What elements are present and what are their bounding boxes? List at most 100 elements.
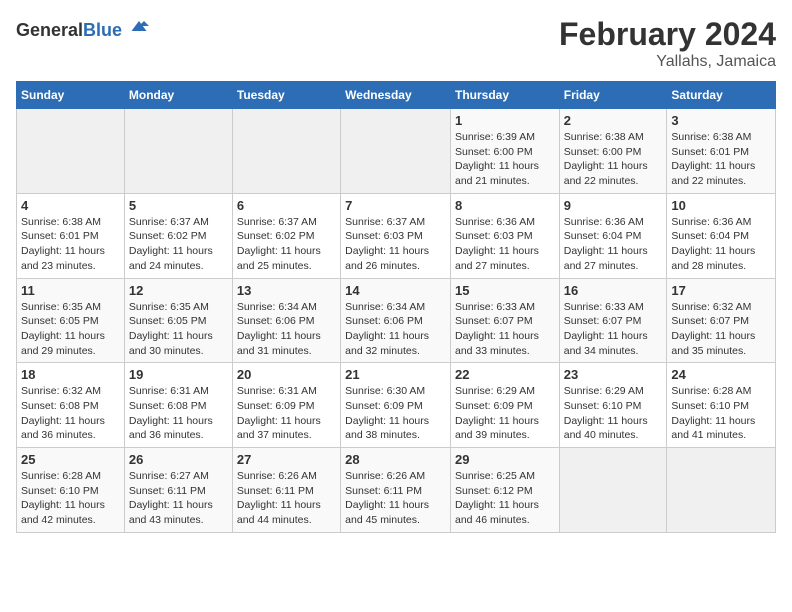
header-cell-friday: Friday	[559, 82, 667, 109]
cell-content: Sunrise: 6:28 AM Sunset: 6:10 PM Dayligh…	[671, 384, 771, 443]
day-number: 27	[237, 452, 336, 467]
cell-content: Sunrise: 6:32 AM Sunset: 6:07 PM Dayligh…	[671, 300, 771, 359]
cell-content: Sunrise: 6:31 AM Sunset: 6:09 PM Dayligh…	[237, 384, 336, 443]
calendar-body: 1Sunrise: 6:39 AM Sunset: 6:00 PM Daylig…	[17, 109, 776, 533]
cell-content: Sunrise: 6:34 AM Sunset: 6:06 PM Dayligh…	[237, 300, 336, 359]
cell-content: Sunrise: 6:37 AM Sunset: 6:02 PM Dayligh…	[129, 215, 228, 274]
day-number: 11	[21, 283, 120, 298]
day-number: 17	[671, 283, 771, 298]
calendar-cell: 6Sunrise: 6:37 AM Sunset: 6:02 PM Daylig…	[232, 193, 340, 278]
calendar-cell: 9Sunrise: 6:36 AM Sunset: 6:04 PM Daylig…	[559, 193, 667, 278]
calendar-cell	[17, 109, 125, 194]
day-number: 24	[671, 367, 771, 382]
cell-content: Sunrise: 6:35 AM Sunset: 6:05 PM Dayligh…	[21, 300, 120, 359]
day-number: 1	[455, 113, 555, 128]
cell-content: Sunrise: 6:26 AM Sunset: 6:11 PM Dayligh…	[237, 469, 336, 528]
cell-content: Sunrise: 6:25 AM Sunset: 6:12 PM Dayligh…	[455, 469, 555, 528]
calendar-cell: 2 Sunrise: 6:38 AM Sunset: 6:00 PM Daylig…	[559, 109, 667, 194]
title-block: February 2024 Yallahs, Jamaica	[559, 16, 776, 71]
cell-content: Sunrise: 6:36 AM Sunset: 6:04 PM Dayligh…	[564, 215, 663, 274]
calendar-cell: 19 Sunrise: 6:31 AM Sunset: 6:08 PM Dayli…	[124, 363, 232, 448]
day-number: 10	[671, 198, 771, 213]
day-number: 16	[564, 283, 663, 298]
day-number: 21	[345, 367, 446, 382]
cell-content: Sunrise: 6:26 AM Sunset: 6:11 PM Dayligh…	[345, 469, 446, 528]
cell-content: Sunrise: 6:27 AM Sunset: 6:11 PM Dayligh…	[129, 469, 228, 528]
calendar-cell: 24 Sunrise: 6:28 AM Sunset: 6:10 PM Dayli…	[667, 363, 776, 448]
cell-content: Sunrise: 6:28 AM Sunset: 6:10 PM Dayligh…	[21, 469, 120, 528]
calendar-cell: 16 Sunrise: 6:33 AM Sunset: 6:07 PM Dayli…	[559, 278, 667, 363]
cell-content: Sunrise: 6:38 AM Sunset: 6:01 PM Dayligh…	[21, 215, 120, 274]
calendar-cell: 27 Sunrise: 6:26 AM Sunset: 6:11 PM Dayli…	[232, 448, 340, 533]
week-row-0: 1Sunrise: 6:39 AM Sunset: 6:00 PM Daylig…	[17, 109, 776, 194]
cell-content: Sunrise: 6:37 AM Sunset: 6:03 PM Dayligh…	[345, 215, 446, 274]
cell-content: Sunrise: 6:36 AM Sunset: 6:03 PM Dayligh…	[455, 215, 555, 274]
day-number: 12	[129, 283, 228, 298]
day-number: 13	[237, 283, 336, 298]
header-cell-saturday: Saturday	[667, 82, 776, 109]
day-number: 26	[129, 452, 228, 467]
cell-content: Sunrise: 6:32 AM Sunset: 6:08 PM Dayligh…	[21, 384, 120, 443]
day-number: 18	[21, 367, 120, 382]
cell-content: Sunrise: 6:30 AM Sunset: 6:09 PM Dayligh…	[345, 384, 446, 443]
header-row: SundayMondayTuesdayWednesdayThursdayFrid…	[17, 82, 776, 109]
day-number: 2	[564, 113, 663, 128]
calendar-cell: 10 Sunrise: 6:36 AM Sunset: 6:04 PM Dayli…	[667, 193, 776, 278]
calendar-header: SundayMondayTuesdayWednesdayThursdayFrid…	[17, 82, 776, 109]
cell-content: Sunrise: 6:38 AM Sunset: 6:00 PM Dayligh…	[564, 130, 663, 189]
calendar-cell: 21 Sunrise: 6:30 AM Sunset: 6:09 PM Dayli…	[341, 363, 451, 448]
cell-content: Sunrise: 6:31 AM Sunset: 6:08 PM Dayligh…	[129, 384, 228, 443]
page-subtitle: Yallahs, Jamaica	[559, 53, 776, 71]
calendar-cell: 5Sunrise: 6:37 AM Sunset: 6:02 PM Daylig…	[124, 193, 232, 278]
cell-content: Sunrise: 6:36 AM Sunset: 6:04 PM Dayligh…	[671, 215, 771, 274]
calendar-cell: 20 Sunrise: 6:31 AM Sunset: 6:09 PM Dayli…	[232, 363, 340, 448]
day-number: 14	[345, 283, 446, 298]
day-number: 25	[21, 452, 120, 467]
day-number: 3	[671, 113, 771, 128]
calendar-cell: 11 Sunrise: 6:35 AM Sunset: 6:05 PM Dayli…	[17, 278, 125, 363]
logo-general: General	[16, 20, 83, 40]
day-number: 20	[237, 367, 336, 382]
calendar-cell	[232, 109, 340, 194]
day-number: 22	[455, 367, 555, 382]
logo-blue: Blue	[83, 20, 122, 40]
page-title: February 2024	[559, 16, 776, 53]
header-cell-sunday: Sunday	[17, 82, 125, 109]
week-row-3: 18 Sunrise: 6:32 AM Sunset: 6:08 PM Dayli…	[17, 363, 776, 448]
header-cell-wednesday: Wednesday	[341, 82, 451, 109]
day-number: 8	[455, 198, 555, 213]
day-number: 4	[21, 198, 120, 213]
calendar-cell: 17 Sunrise: 6:32 AM Sunset: 6:07 PM Dayli…	[667, 278, 776, 363]
calendar-cell	[559, 448, 667, 533]
calendar-cell: 28 Sunrise: 6:26 AM Sunset: 6:11 PM Dayli…	[341, 448, 451, 533]
day-number: 23	[564, 367, 663, 382]
day-number: 7	[345, 198, 446, 213]
day-number: 28	[345, 452, 446, 467]
calendar-cell: 18 Sunrise: 6:32 AM Sunset: 6:08 PM Dayli…	[17, 363, 125, 448]
calendar-cell	[667, 448, 776, 533]
calendar-cell: 4 Sunrise: 6:38 AM Sunset: 6:01 PM Daylig…	[17, 193, 125, 278]
calendar-cell: 1Sunrise: 6:39 AM Sunset: 6:00 PM Daylig…	[450, 109, 559, 194]
calendar-cell: 14Sunrise: 6:34 AM Sunset: 6:06 PM Dayli…	[341, 278, 451, 363]
cell-content: Sunrise: 6:29 AM Sunset: 6:10 PM Dayligh…	[564, 384, 663, 443]
calendar-cell	[124, 109, 232, 194]
week-row-4: 25 Sunrise: 6:28 AM Sunset: 6:10 PM Dayli…	[17, 448, 776, 533]
cell-content: Sunrise: 6:33 AM Sunset: 6:07 PM Dayligh…	[455, 300, 555, 359]
header-cell-tuesday: Tuesday	[232, 82, 340, 109]
calendar-cell: 7 Sunrise: 6:37 AM Sunset: 6:03 PM Daylig…	[341, 193, 451, 278]
calendar-cell: 3Sunrise: 6:38 AM Sunset: 6:01 PM Daylig…	[667, 109, 776, 194]
calendar-cell	[341, 109, 451, 194]
logo: GeneralBlue	[16, 16, 149, 41]
week-row-2: 11 Sunrise: 6:35 AM Sunset: 6:05 PM Dayli…	[17, 278, 776, 363]
calendar-cell: 13 Sunrise: 6:34 AM Sunset: 6:06 PM Dayli…	[232, 278, 340, 363]
week-row-1: 4 Sunrise: 6:38 AM Sunset: 6:01 PM Daylig…	[17, 193, 776, 278]
cell-content: Sunrise: 6:29 AM Sunset: 6:09 PM Dayligh…	[455, 384, 555, 443]
calendar-cell: 22 Sunrise: 6:29 AM Sunset: 6:09 PM Dayli…	[450, 363, 559, 448]
calendar-cell: 29Sunrise: 6:25 AM Sunset: 6:12 PM Dayli…	[450, 448, 559, 533]
header-cell-monday: Monday	[124, 82, 232, 109]
cell-content: Sunrise: 6:33 AM Sunset: 6:07 PM Dayligh…	[564, 300, 663, 359]
calendar-cell: 12Sunrise: 6:35 AM Sunset: 6:05 PM Dayli…	[124, 278, 232, 363]
calendar-cell: 8 Sunrise: 6:36 AM Sunset: 6:03 PM Daylig…	[450, 193, 559, 278]
day-number: 19	[129, 367, 228, 382]
page-header: GeneralBlue February 2024 Yallahs, Jamai…	[16, 16, 776, 71]
